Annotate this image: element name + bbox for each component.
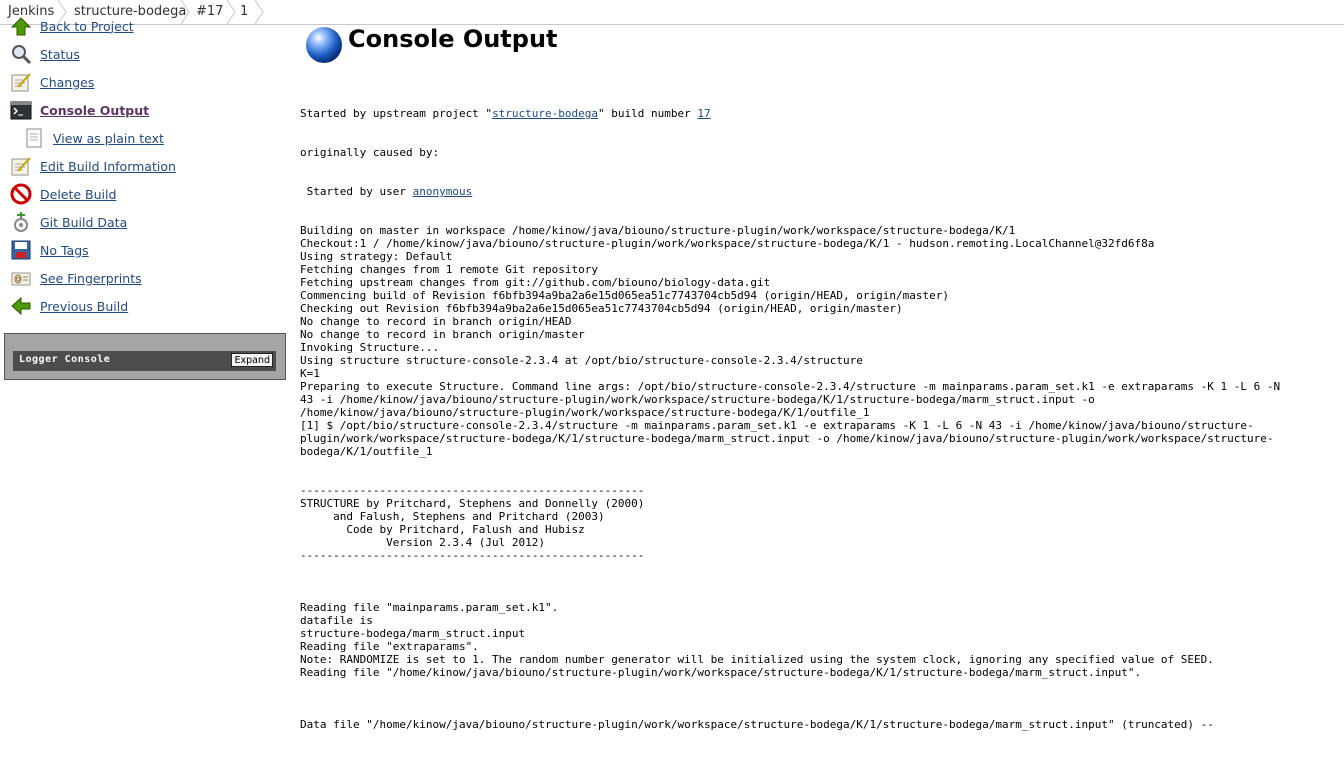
console-line: /home/kinow/java/biouno/structure-plugin… xyxy=(300,406,870,419)
sidebar-item-previous-build[interactable]: Previous Build xyxy=(10,294,128,318)
console-line: No change to record in branch origin/mas… xyxy=(300,328,585,341)
sidebar-item-console-output[interactable]: Console Output xyxy=(10,98,149,122)
logger-console-header: Logger Console Expand xyxy=(13,351,276,371)
git-icon xyxy=(10,211,32,233)
sidebar-item-label[interactable]: See Fingerprints xyxy=(40,271,142,286)
sidebar-item-view-as-plain-text[interactable]: View as plain text xyxy=(23,126,164,150)
sidebar-item-label[interactable]: Changes xyxy=(40,75,94,90)
sidebar-item-label[interactable]: Git Build Data xyxy=(40,215,127,230)
sidebar-item-git-build-data[interactable]: Git Build Data xyxy=(10,210,127,234)
console-text: " build number xyxy=(598,107,698,120)
upstream-build-link[interactable]: 17 xyxy=(697,107,710,120)
console-line: Checkout:1 / /home/kinow/java/biouno/str… xyxy=(300,237,1155,250)
console-line: and Falush, Stephens and Pritchard (2003… xyxy=(300,510,605,523)
breadcrumb: Jenkins structure-bodega #17 1 xyxy=(0,0,1344,25)
console-line: Reading file "extraparams". xyxy=(300,640,479,653)
console-line: No change to record in branch origin/HEA… xyxy=(300,315,572,328)
console-line: Fetching changes from 1 remote Git repos… xyxy=(300,263,599,276)
console-line: Reading file "/home/kinow/java/biouno/st… xyxy=(300,666,1142,679)
fingerprint-icon xyxy=(10,267,32,289)
user-link[interactable]: anonymous xyxy=(413,185,473,198)
upstream-project-link[interactable]: structure-bodega xyxy=(492,107,598,120)
console-text: Started by user xyxy=(300,185,413,198)
console-line: Started by upstream project "structure-b… xyxy=(300,107,1340,120)
breadcrumb-item-run[interactable]: 1 xyxy=(240,0,248,24)
sidebar-item-changes[interactable]: Changes xyxy=(10,70,94,94)
sidebar-item-see-fingerprints[interactable]: See Fingerprints xyxy=(10,266,142,290)
console-line: structure-bodega/marm_struct.input xyxy=(300,627,526,640)
save-icon xyxy=(10,239,32,261)
logger-console-title: Logger Console xyxy=(19,354,111,365)
expand-button[interactable]: Expand xyxy=(231,353,273,367)
console-line: Commencing build of Revision f6bfb394a9b… xyxy=(300,289,950,302)
console-line: K=1 xyxy=(300,367,320,380)
logger-console-panel: Logger Console Expand xyxy=(4,333,286,380)
console-line: STRUCTURE by Pritchard, Stephens and Don… xyxy=(300,497,645,510)
sidebar-item-label[interactable]: View as plain text xyxy=(53,131,164,146)
console-line: Note: RANDOMIZE is set to 1. The random … xyxy=(300,653,1214,666)
console-output: Started by upstream project "structure-b… xyxy=(300,81,1340,757)
page-title: Console Output xyxy=(348,25,558,53)
page-header: Console Output xyxy=(300,24,900,66)
console-line: Fetching upstream changes from git://git… xyxy=(300,276,771,289)
sidebar-item-label[interactable]: Console Output xyxy=(40,103,149,118)
console-line: Building on master in workspace /home/ki… xyxy=(300,224,1016,237)
magnifier-icon xyxy=(10,43,32,65)
document-icon xyxy=(23,127,45,149)
console-line: Using strategy: Default xyxy=(300,250,453,263)
console-line: Started by user anonymous xyxy=(300,185,1340,198)
console-text: Started by upstream project " xyxy=(300,107,493,120)
console-line: ----------------------------------------… xyxy=(300,549,645,562)
console-lines: Building on master in workspace /home/ki… xyxy=(300,224,1340,731)
console-line: [1] $ /opt/bio/structure-console-2.3.4/s… xyxy=(300,419,1254,432)
console-line: Data file "/home/kinow/java/biouno/struc… xyxy=(300,718,1214,731)
console-line: Code by Pritchard, Falush and Hubisz xyxy=(300,523,585,536)
sidebar-item-label[interactable]: Status xyxy=(40,47,80,62)
console-line: originally caused by: xyxy=(300,146,440,159)
terminal-icon xyxy=(10,99,32,121)
console-line: Version 2.3.4 (Jul 2012) xyxy=(300,536,546,549)
console-line: ----------------------------------------… xyxy=(300,484,645,497)
sidebar-item-label[interactable]: Edit Build Information xyxy=(40,159,176,174)
sidebar-item-label[interactable]: Previous Build xyxy=(40,299,128,314)
no-entry-icon xyxy=(10,183,32,205)
console-line: datafile is xyxy=(300,614,373,627)
sidebar-item-label[interactable]: Back to Project xyxy=(40,19,134,34)
sidebar-item-no-tags[interactable]: No Tags xyxy=(10,238,89,262)
sidebar-item-label[interactable]: No Tags xyxy=(40,243,89,258)
console-line: bodega/K/1/outfile_1 xyxy=(300,445,433,458)
sidebar-item-back-to-project[interactable]: Back to Project xyxy=(10,14,134,38)
console-line: 43 -i /home/kinow/java/biouno/structure-… xyxy=(300,393,1095,406)
console-line: Reading file "mainparams.param_set.k1". xyxy=(300,601,559,614)
console-line: Checking out Revision f6bfb394a9ba2a6e15… xyxy=(300,302,903,315)
console-line: Preparing to execute Structure. Command … xyxy=(300,380,1281,393)
up-arrow-icon xyxy=(10,15,32,37)
sidebar-item-edit-build-information[interactable]: Edit Build Information xyxy=(10,154,176,178)
sidebar-item-delete-build[interactable]: Delete Build xyxy=(10,182,116,206)
console-line: plugin/work/workspace/structure-bodega/K… xyxy=(300,432,1274,445)
console-line: Invoking Structure... xyxy=(300,341,440,354)
console-line: Using structure structure-console-2.3.4 … xyxy=(300,354,863,367)
left-arrow-icon xyxy=(10,295,32,317)
sidebar-item-status[interactable]: Status xyxy=(10,42,80,66)
breadcrumb-separator xyxy=(226,0,236,24)
breadcrumb-item-build[interactable]: #17 xyxy=(196,0,223,24)
blue-ball-icon xyxy=(306,27,342,63)
breadcrumb-separator xyxy=(180,0,190,24)
notepad-icon xyxy=(10,71,32,93)
breadcrumb-separator xyxy=(254,0,264,24)
notepad-pencil-icon xyxy=(10,155,32,177)
sidebar-item-label[interactable]: Delete Build xyxy=(40,187,116,202)
